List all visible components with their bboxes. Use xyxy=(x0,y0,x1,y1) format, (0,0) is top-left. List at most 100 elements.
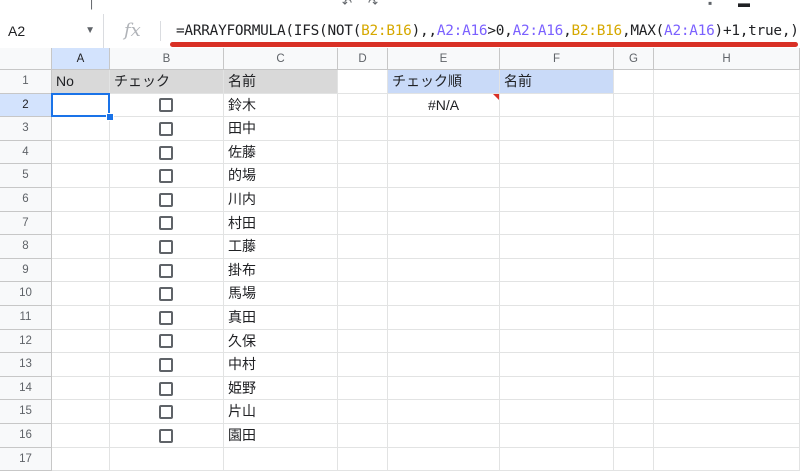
cell-a5[interactable] xyxy=(52,164,110,188)
cell-d14[interactable] xyxy=(338,376,388,401)
cell-e4[interactable] xyxy=(388,140,500,165)
cell-b1[interactable]: チェック xyxy=(110,70,224,94)
cell-g16[interactable] xyxy=(614,424,654,448)
cell-a17[interactable] xyxy=(52,447,110,472)
cell-c8[interactable]: 工藤 xyxy=(224,235,338,259)
cell-f17[interactable] xyxy=(500,447,614,472)
cell-f7[interactable] xyxy=(500,211,614,236)
cell-d2[interactable] xyxy=(338,93,388,118)
cell-e7[interactable] xyxy=(388,211,500,236)
cell-a3[interactable] xyxy=(52,117,110,141)
row-header-16[interactable]: 16 xyxy=(0,424,52,448)
cell-b17[interactable] xyxy=(110,447,224,472)
column-header-h[interactable]: H xyxy=(654,48,800,70)
cell-h15[interactable] xyxy=(654,400,800,424)
cell-g3[interactable] xyxy=(614,117,654,141)
cell-e12[interactable] xyxy=(388,329,500,354)
cell-c11[interactable]: 真田 xyxy=(224,306,338,330)
cell-d12[interactable] xyxy=(338,329,388,354)
cell-h7[interactable] xyxy=(654,211,800,236)
cell-g10[interactable] xyxy=(614,282,654,306)
cell-a13[interactable] xyxy=(52,353,110,377)
column-header-d[interactable]: D xyxy=(338,48,388,70)
row-header-12[interactable]: 12 xyxy=(0,329,52,354)
cell-e15[interactable] xyxy=(388,400,500,424)
checkbox[interactable] xyxy=(159,310,173,325)
cell-a10[interactable] xyxy=(52,282,110,306)
cell-g14[interactable] xyxy=(614,376,654,401)
cell-c7[interactable]: 村田 xyxy=(224,211,338,236)
row-header-11[interactable]: 11 xyxy=(0,306,52,330)
cell-d5[interactable] xyxy=(338,164,388,188)
cell-e13[interactable] xyxy=(388,353,500,377)
cell-d4[interactable] xyxy=(338,140,388,165)
cell-f1[interactable]: 名前 xyxy=(500,70,614,94)
cell-g13[interactable] xyxy=(614,353,654,377)
checkbox[interactable] xyxy=(159,169,173,184)
cell-d15[interactable] xyxy=(338,400,388,424)
cell-g7[interactable] xyxy=(614,211,654,236)
cell-g4[interactable] xyxy=(614,140,654,165)
cell-c16[interactable]: 園田 xyxy=(224,424,338,448)
cell-h9[interactable] xyxy=(654,258,800,283)
undo-arrow-icon[interactable]: ↶ xyxy=(342,0,352,10)
cell-f14[interactable] xyxy=(500,376,614,401)
cell-d16[interactable] xyxy=(338,424,388,448)
cell-g8[interactable] xyxy=(614,235,654,259)
cell-e11[interactable] xyxy=(388,306,500,330)
cell-g5[interactable] xyxy=(614,164,654,188)
checkbox[interactable] xyxy=(159,216,173,231)
cell-f11[interactable] xyxy=(500,306,614,330)
cell-d6[interactable] xyxy=(338,188,388,212)
column-header-f[interactable]: F xyxy=(500,48,614,70)
row-header-15[interactable]: 15 xyxy=(0,400,52,424)
checkbox[interactable] xyxy=(159,358,173,372)
cell-e6[interactable] xyxy=(388,188,500,212)
cell-f13[interactable] xyxy=(500,353,614,377)
cell-d17[interactable] xyxy=(338,447,388,472)
cell-c2[interactable]: 鈴木 xyxy=(224,93,338,118)
cell-a7[interactable] xyxy=(52,211,110,236)
cell-d7[interactable] xyxy=(338,211,388,236)
column-header-b[interactable]: B xyxy=(110,48,224,70)
row-header-10[interactable]: 10 xyxy=(0,282,52,306)
cell-c3[interactable]: 田中 xyxy=(224,117,338,141)
cell-c9[interactable]: 掛布 xyxy=(224,258,338,283)
cell-c1[interactable]: 名前 xyxy=(224,70,338,94)
cell-c4[interactable]: 佐藤 xyxy=(224,140,338,165)
cell-d3[interactable] xyxy=(338,117,388,141)
cell-e17[interactable] xyxy=(388,447,500,472)
row-header-6[interactable]: 6 xyxy=(0,188,52,212)
row-header-1[interactable]: 1 xyxy=(0,70,52,94)
row-header-4[interactable]: 4 xyxy=(0,140,52,165)
fill-handle[interactable] xyxy=(106,113,114,122)
cell-e10[interactable] xyxy=(388,282,500,306)
cell-c5[interactable]: 的場 xyxy=(224,164,338,188)
cell-f4[interactable] xyxy=(500,140,614,165)
cell-e5[interactable] xyxy=(388,164,500,188)
cell-f12[interactable] xyxy=(500,329,614,354)
cell-h2[interactable] xyxy=(654,93,800,118)
row-header-17[interactable]: 17 xyxy=(0,447,52,472)
cell-e14[interactable] xyxy=(388,376,500,401)
row-header-7[interactable]: 7 xyxy=(0,211,52,236)
cell-a11[interactable] xyxy=(52,306,110,330)
cell-h13[interactable] xyxy=(654,353,800,377)
cell-a15[interactable] xyxy=(52,400,110,424)
cell-h10[interactable] xyxy=(654,282,800,306)
cell-e16[interactable] xyxy=(388,424,500,448)
cell-d11[interactable] xyxy=(338,306,388,330)
cell-d13[interactable] xyxy=(338,353,388,377)
row-header-14[interactable]: 14 xyxy=(0,376,52,401)
checkbox[interactable] xyxy=(159,428,173,443)
cell-h16[interactable] xyxy=(654,424,800,448)
cell-g17[interactable] xyxy=(614,447,654,472)
cell-e1[interactable]: チェック順 xyxy=(388,70,500,94)
redo-arrow-icon[interactable]: ↷ xyxy=(368,0,378,10)
cell-a12[interactable] xyxy=(52,329,110,354)
name-box[interactable]: A2 ▼ xyxy=(0,14,104,48)
checkbox[interactable] xyxy=(159,145,173,160)
error-indicator-icon[interactable] xyxy=(493,93,499,100)
cell-c17[interactable] xyxy=(224,447,338,472)
cell-e9[interactable] xyxy=(388,258,500,283)
